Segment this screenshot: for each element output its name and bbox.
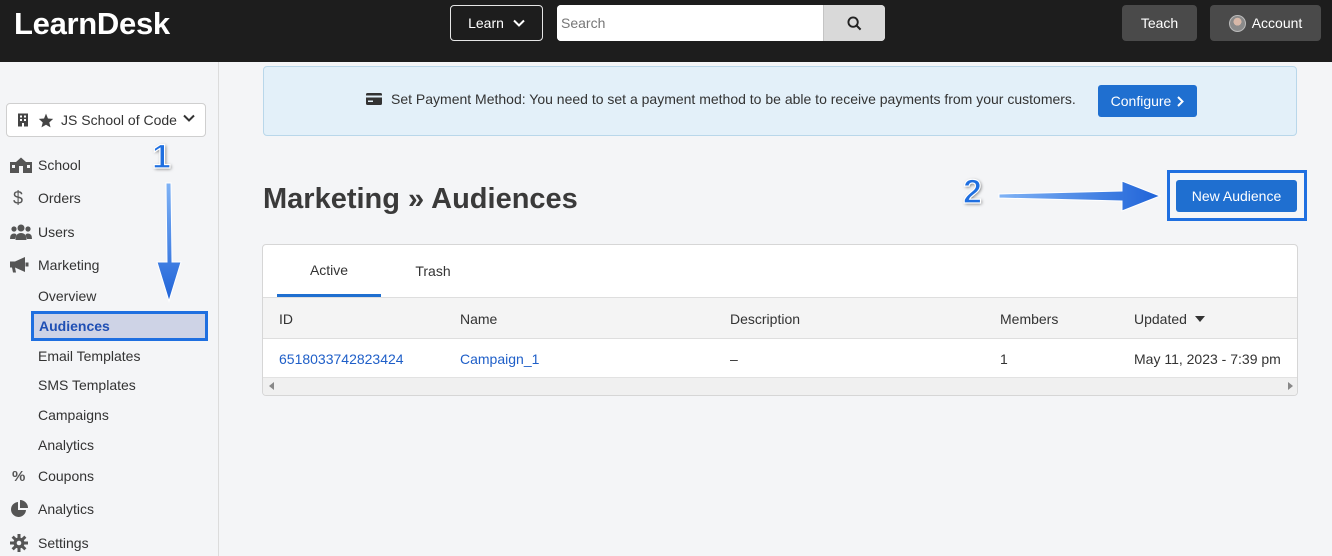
megaphone-icon bbox=[10, 256, 32, 274]
sidebar-item-label: Orders bbox=[38, 190, 81, 206]
step-number-2: 2 bbox=[962, 172, 982, 211]
school-selector[interactable]: JS School of Code bbox=[6, 103, 206, 137]
audiences-card: Active Trash ID Name Description Members… bbox=[262, 244, 1298, 396]
chevron-right-icon bbox=[1177, 95, 1185, 107]
payment-banner: Set Payment Method: You need to set a pa… bbox=[263, 66, 1297, 136]
column-header-label: Updated bbox=[1134, 311, 1187, 327]
sidebar-item-label: School bbox=[38, 157, 81, 173]
configure-label: Configure bbox=[1110, 93, 1172, 109]
row-description: – bbox=[730, 351, 738, 367]
row-name-link[interactable]: Campaign_1 bbox=[460, 351, 539, 367]
search-button[interactable] bbox=[823, 5, 885, 41]
sidebar-item-settings[interactable]: Settings bbox=[10, 532, 89, 554]
tab-active[interactable]: Active bbox=[277, 245, 381, 297]
star-icon bbox=[38, 113, 54, 127]
tab-label: Active bbox=[309, 261, 349, 278]
row-updated: May 11, 2023 - 7:39 pm bbox=[1134, 351, 1281, 367]
account-label: Account bbox=[1251, 15, 1303, 31]
search-box bbox=[557, 5, 885, 41]
sidebar-item-label: Marketing bbox=[38, 257, 100, 273]
sidebar-item-label: Settings bbox=[38, 535, 89, 551]
configure-button[interactable]: Configure bbox=[1098, 85, 1197, 117]
new-audience-label: New Audience bbox=[1191, 188, 1282, 204]
search-icon bbox=[847, 15, 862, 30]
sidebar-sub-label: Audiences bbox=[39, 318, 110, 334]
sidebar-sub-email-templates[interactable]: Email Templates bbox=[38, 346, 140, 366]
step-number-1: 1 bbox=[151, 137, 171, 176]
sidebar-item-marketing[interactable]: Marketing bbox=[10, 254, 99, 276]
users-icon bbox=[10, 223, 32, 241]
sort-down-icon bbox=[1194, 316, 1205, 322]
column-header-name[interactable]: Name bbox=[460, 311, 497, 327]
search-input[interactable] bbox=[557, 5, 823, 41]
scroll-left-icon[interactable] bbox=[269, 382, 274, 390]
chevron-down-icon bbox=[183, 114, 195, 122]
new-audience-button[interactable]: New Audience bbox=[1176, 180, 1297, 212]
column-header-members[interactable]: Members bbox=[1000, 311, 1058, 327]
learn-label: Learn bbox=[468, 15, 504, 31]
sidebar-item-label: Coupons bbox=[38, 468, 95, 484]
sidebar-sub-audiences[interactable]: Audiences bbox=[31, 311, 208, 341]
avatar bbox=[1228, 14, 1246, 32]
school-name: JS School of Code bbox=[61, 112, 177, 128]
building-icon bbox=[18, 113, 28, 127]
learn-dropdown-button[interactable]: Learn bbox=[450, 5, 543, 41]
app-logo[interactable]: LearnDesk bbox=[14, 6, 170, 42]
school-building-icon bbox=[10, 156, 32, 174]
top-bar: LearnDesk Learn Teach Account bbox=[0, 0, 1332, 62]
table-header: ID Name Description Members Updated bbox=[263, 297, 1297, 339]
account-button[interactable]: Account bbox=[1210, 5, 1321, 41]
column-header-updated[interactable]: Updated bbox=[1134, 311, 1205, 327]
chevron-down-icon bbox=[513, 19, 525, 27]
arrow-right-icon bbox=[998, 180, 1162, 212]
sidebar-item-users[interactable]: Users bbox=[10, 221, 75, 243]
dollar-icon: $ bbox=[13, 187, 24, 208]
sidebar-sub-overview[interactable]: Overview bbox=[38, 286, 96, 306]
sidebar-sub-analytics[interactable]: Analytics bbox=[38, 435, 94, 455]
row-id-link[interactable]: 6518033742823424 bbox=[279, 351, 404, 367]
horizontal-scrollbar[interactable] bbox=[263, 377, 1297, 395]
banner-text: Set Payment Method: You need to set a pa… bbox=[391, 91, 1076, 107]
page-title: Marketing » Audiences bbox=[263, 183, 578, 215]
sidebar-item-coupons[interactable]: % Coupons bbox=[10, 465, 94, 487]
row-members: 1 bbox=[1000, 351, 1008, 367]
column-header-id[interactable]: ID bbox=[279, 311, 293, 327]
sidebar-item-orders[interactable]: $ Orders bbox=[10, 187, 81, 209]
gear-icon bbox=[10, 534, 32, 552]
sidebar-item-label: Users bbox=[38, 224, 75, 240]
tab-trash[interactable]: Trash bbox=[393, 245, 473, 297]
teach-button[interactable]: Teach bbox=[1122, 5, 1197, 41]
tab-label: Trash bbox=[415, 263, 451, 279]
sidebar-item-school[interactable]: School bbox=[10, 154, 81, 176]
sidebar-sub-campaigns[interactable]: Campaigns bbox=[38, 405, 109, 425]
credit-card-icon bbox=[366, 93, 382, 105]
scroll-right-icon[interactable] bbox=[1288, 382, 1293, 390]
sidebar-sub-sms-templates[interactable]: SMS Templates bbox=[38, 375, 136, 395]
sidebar-item-analytics[interactable]: Analytics bbox=[10, 498, 94, 520]
pie-chart-icon bbox=[10, 500, 32, 518]
teach-label: Teach bbox=[1140, 15, 1179, 31]
percent-icon: % bbox=[12, 467, 26, 485]
column-header-description[interactable]: Description bbox=[730, 311, 800, 327]
sidebar: JS School of Code School $ Orders Users … bbox=[0, 62, 219, 556]
sidebar-item-label: Analytics bbox=[38, 501, 95, 517]
banner-message: Set Payment Method: You need to set a pa… bbox=[366, 91, 1076, 107]
